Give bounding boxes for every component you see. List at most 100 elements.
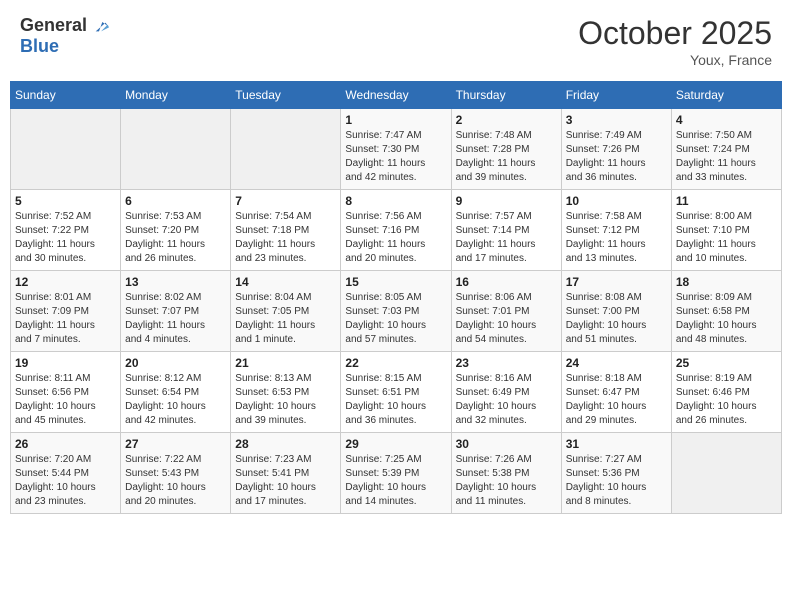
day-number: 14 <box>235 275 336 289</box>
day-number: 30 <box>456 437 557 451</box>
day-number: 28 <box>235 437 336 451</box>
calendar-cell: 21 Sunrise: 8:13 AM Sunset: 6:53 PM Dayli… <box>231 352 341 433</box>
day-number: 29 <box>345 437 446 451</box>
day-info: Sunrise: 7:20 AM Sunset: 5:44 PM Dayligh… <box>15 453 116 509</box>
calendar-cell: 25 Sunrise: 8:19 AM Sunset: 6:46 PM Dayli… <box>671 352 781 433</box>
day-number: 3 <box>566 113 667 127</box>
calendar-cell: 14 Sunrise: 8:04 AM Sunset: 7:05 PM Dayli… <box>231 271 341 352</box>
weekday-header: Saturday <box>671 82 781 109</box>
day-number: 24 <box>566 356 667 370</box>
calendar-table: SundayMondayTuesdayWednesdayThursdayFrid… <box>10 81 782 514</box>
calendar-cell: 20 Sunrise: 8:12 AM Sunset: 6:54 PM Dayli… <box>121 352 231 433</box>
logo-blue-text: Blue <box>20 36 59 57</box>
calendar-week-row: 5Sunrise: 7:52 AM Sunset: 7:22 PM Daylig… <box>11 190 782 271</box>
day-number: 17 <box>566 275 667 289</box>
calendar-cell: 8Sunrise: 7:56 AM Sunset: 7:16 PM Daylig… <box>341 190 451 271</box>
day-number: 9 <box>456 194 557 208</box>
calendar-cell <box>671 433 781 514</box>
calendar-cell <box>121 109 231 190</box>
calendar-cell: 12Sunrise: 8:01 AM Sunset: 7:09 PM Dayli… <box>11 271 121 352</box>
day-info: Sunrise: 8:02 AM Sunset: 7:07 PM Dayligh… <box>125 291 226 347</box>
day-number: 11 <box>676 194 777 208</box>
day-number: 12 <box>15 275 116 289</box>
day-info: Sunrise: 7:26 AM Sunset: 5:38 PM Dayligh… <box>456 453 557 509</box>
day-number: 19 <box>15 356 116 370</box>
calendar-cell <box>11 109 121 190</box>
day-info: Sunrise: 8:09 AM Sunset: 6:58 PM Dayligh… <box>676 291 777 347</box>
day-info: Sunrise: 7:56 AM Sunset: 7:16 PM Dayligh… <box>345 210 446 266</box>
logo-general-text: General <box>20 15 87 36</box>
day-info: Sunrise: 8:19 AM Sunset: 6:46 PM Dayligh… <box>676 372 777 428</box>
day-info: Sunrise: 8:18 AM Sunset: 6:47 PM Dayligh… <box>566 372 667 428</box>
day-number: 23 <box>456 356 557 370</box>
calendar-cell: 24 Sunrise: 8:18 AM Sunset: 6:47 PM Dayli… <box>561 352 671 433</box>
day-number: 10 <box>566 194 667 208</box>
calendar-cell: 7 Sunrise: 7:54 AM Sunset: 7:18 PM Daylig… <box>231 190 341 271</box>
day-number: 15 <box>345 275 446 289</box>
location-title: Youx, France <box>578 52 772 68</box>
day-info: Sunrise: 7:58 AM Sunset: 7:12 PM Dayligh… <box>566 210 667 266</box>
weekday-header: Thursday <box>451 82 561 109</box>
day-info: Sunrise: 7:53 AM Sunset: 7:20 PM Dayligh… <box>125 210 226 266</box>
day-info: Sunrise: 8:12 AM Sunset: 6:54 PM Dayligh… <box>125 372 226 428</box>
day-number: 25 <box>676 356 777 370</box>
calendar-cell: 26 Sunrise: 7:20 AM Sunset: 5:44 PM Dayli… <box>11 433 121 514</box>
calendar-cell: 29Sunrise: 7:25 AM Sunset: 5:39 PM Dayli… <box>341 433 451 514</box>
day-number: 26 <box>15 437 116 451</box>
weekday-header: Sunday <box>11 82 121 109</box>
day-number: 7 <box>235 194 336 208</box>
day-number: 16 <box>456 275 557 289</box>
calendar-cell: 27Sunrise: 7:22 AM Sunset: 5:43 PM Dayli… <box>121 433 231 514</box>
calendar-cell: 9Sunrise: 7:57 AM Sunset: 7:14 PM Daylig… <box>451 190 561 271</box>
calendar-cell: 10 Sunrise: 7:58 AM Sunset: 7:12 PM Dayli… <box>561 190 671 271</box>
title-block: October 2025 Youx, France <box>578 15 772 68</box>
weekday-header: Friday <box>561 82 671 109</box>
calendar-week-row: 1 Sunrise: 7:47 AM Sunset: 7:30 PM Daylig… <box>11 109 782 190</box>
calendar-cell: 30 Sunrise: 7:26 AM Sunset: 5:38 PM Dayli… <box>451 433 561 514</box>
calendar-cell: 28 Sunrise: 7:23 AM Sunset: 5:41 PM Dayli… <box>231 433 341 514</box>
day-info: Sunrise: 8:11 AM Sunset: 6:56 PM Dayligh… <box>15 372 116 428</box>
calendar-cell: 3Sunrise: 7:49 AM Sunset: 7:26 PM Daylig… <box>561 109 671 190</box>
calendar-cell: 6 Sunrise: 7:53 AM Sunset: 7:20 PM Daylig… <box>121 190 231 271</box>
weekday-header-row: SundayMondayTuesdayWednesdayThursdayFrid… <box>11 82 782 109</box>
day-info: Sunrise: 8:00 AM Sunset: 7:10 PM Dayligh… <box>676 210 777 266</box>
calendar-cell: 15 Sunrise: 8:05 AM Sunset: 7:03 PM Dayli… <box>341 271 451 352</box>
day-number: 6 <box>125 194 226 208</box>
day-info: Sunrise: 8:05 AM Sunset: 7:03 PM Dayligh… <box>345 291 446 347</box>
day-info: Sunrise: 7:47 AM Sunset: 7:30 PM Dayligh… <box>345 129 446 185</box>
weekday-header: Monday <box>121 82 231 109</box>
logo-icon <box>89 16 109 36</box>
day-info: Sunrise: 7:27 AM Sunset: 5:36 PM Dayligh… <box>566 453 667 509</box>
calendar-cell: 31Sunrise: 7:27 AM Sunset: 5:36 PM Dayli… <box>561 433 671 514</box>
day-info: Sunrise: 8:15 AM Sunset: 6:51 PM Dayligh… <box>345 372 446 428</box>
month-title: October 2025 <box>578 15 772 52</box>
day-info: Sunrise: 8:16 AM Sunset: 6:49 PM Dayligh… <box>456 372 557 428</box>
day-info: Sunrise: 8:04 AM Sunset: 7:05 PM Dayligh… <box>235 291 336 347</box>
calendar-cell: 22Sunrise: 8:15 AM Sunset: 6:51 PM Dayli… <box>341 352 451 433</box>
weekday-header: Wednesday <box>341 82 451 109</box>
calendar-cell: 16 Sunrise: 8:06 AM Sunset: 7:01 PM Dayli… <box>451 271 561 352</box>
day-number: 20 <box>125 356 226 370</box>
day-number: 18 <box>676 275 777 289</box>
day-number: 2 <box>456 113 557 127</box>
calendar-cell: 11 Sunrise: 8:00 AM Sunset: 7:10 PM Dayli… <box>671 190 781 271</box>
day-number: 1 <box>345 113 446 127</box>
day-number: 13 <box>125 275 226 289</box>
calendar-cell: 19 Sunrise: 8:11 AM Sunset: 6:56 PM Dayli… <box>11 352 121 433</box>
day-info: Sunrise: 7:23 AM Sunset: 5:41 PM Dayligh… <box>235 453 336 509</box>
calendar-cell <box>231 109 341 190</box>
day-info: Sunrise: 8:08 AM Sunset: 7:00 PM Dayligh… <box>566 291 667 347</box>
day-info: Sunrise: 7:52 AM Sunset: 7:22 PM Dayligh… <box>15 210 116 266</box>
day-number: 21 <box>235 356 336 370</box>
day-info: Sunrise: 7:48 AM Sunset: 7:28 PM Dayligh… <box>456 129 557 185</box>
calendar-cell: 23 Sunrise: 8:16 AM Sunset: 6:49 PM Dayli… <box>451 352 561 433</box>
day-info: Sunrise: 7:22 AM Sunset: 5:43 PM Dayligh… <box>125 453 226 509</box>
day-number: 4 <box>676 113 777 127</box>
page-header: General Blue October 2025 Youx, France <box>10 10 782 73</box>
calendar-cell: 4Sunrise: 7:50 AM Sunset: 7:24 PM Daylig… <box>671 109 781 190</box>
weekday-header: Tuesday <box>231 82 341 109</box>
calendar-cell: 13 Sunrise: 8:02 AM Sunset: 7:07 PM Dayli… <box>121 271 231 352</box>
day-info: Sunrise: 7:54 AM Sunset: 7:18 PM Dayligh… <box>235 210 336 266</box>
day-info: Sunrise: 8:13 AM Sunset: 6:53 PM Dayligh… <box>235 372 336 428</box>
day-info: Sunrise: 8:06 AM Sunset: 7:01 PM Dayligh… <box>456 291 557 347</box>
